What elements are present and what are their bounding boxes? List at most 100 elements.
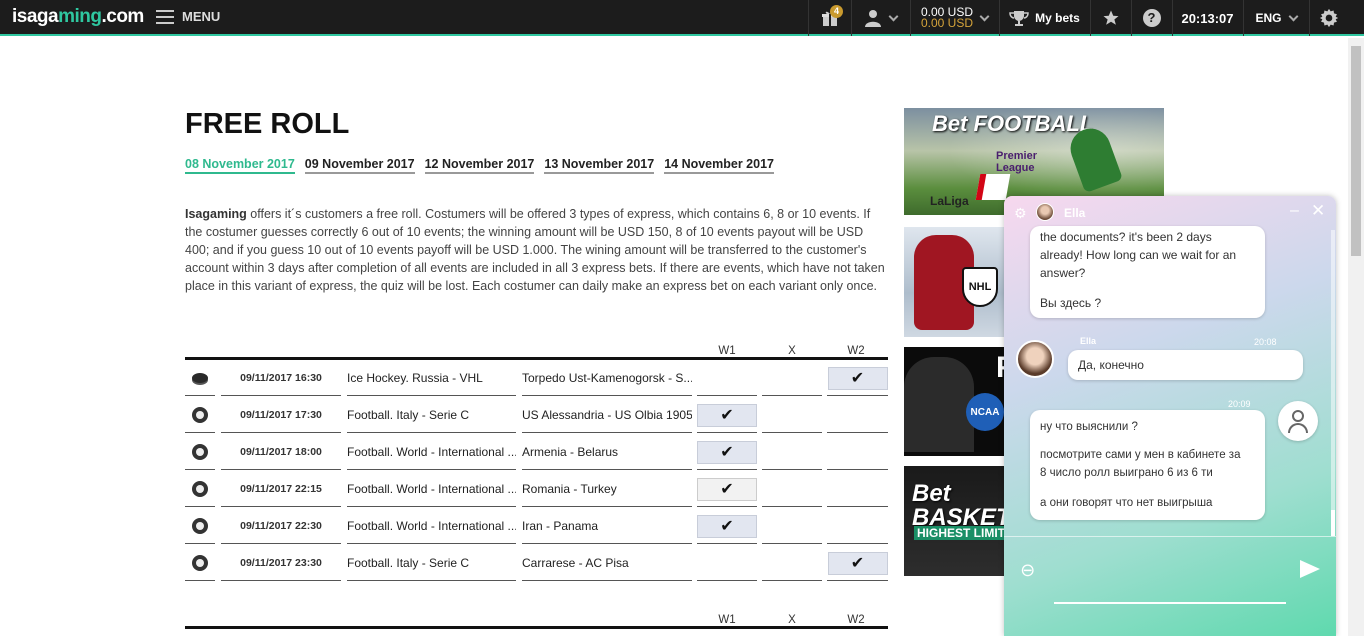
help-button[interactable]: ? [1131,0,1171,36]
settings-button[interactable] [1309,0,1347,36]
event-name: Torpedo Ust-Kamenogorsk - S... [522,361,692,396]
message-line: Вы здесь ? [1040,296,1102,310]
outcome-cell-x [762,509,822,544]
football-icon [192,481,208,497]
message-text: Да, конечно [1078,358,1144,372]
user-icon [865,10,881,27]
clock-text: 20:13:07 [1181,10,1234,26]
hamburger-icon [156,9,174,24]
paperclip-icon[interactable]: ⊘ [1015,558,1040,584]
pick-w1-button[interactable]: ✔ [697,514,757,538]
pick-w1-button[interactable]: ✔ [697,440,757,464]
chat-scroll-thumb[interactable] [1331,510,1335,536]
sport-icon-cell [185,435,215,470]
clock: 20:13:07 [1172,0,1242,36]
logo-text-main: isaga [12,6,59,27]
scrollbar-thumb[interactable] [1351,46,1361,256]
message-line: 8 число ролл выиграно 6 из 6 ти [1040,467,1213,479]
star-icon [1103,10,1118,25]
date-tab-4[interactable]: 13 November 2017 [544,157,655,174]
site-logo[interactable]: isagaming.com [12,6,144,28]
sport-icon-cell [185,546,215,581]
chevron-down-icon [888,11,899,21]
banner-league-2: LaLiga [930,194,969,208]
message-line: already! How long can we wait for an [1040,248,1237,262]
sport-icon-cell [185,361,215,396]
gear-icon [1319,8,1338,28]
menu-label: MENU [182,9,221,24]
account-button[interactable] [851,0,909,36]
send-icon[interactable] [1300,560,1320,578]
page-scrollbar[interactable] [1348,38,1364,636]
pick-w2-button[interactable]: ✔ [827,366,888,390]
chat-message-user: the documents? it's been 2 days already!… [1030,226,1265,318]
event-name: Iran - Panama [522,509,692,544]
event-datetime: 09/11/2017 22:30 [221,509,341,544]
message-sender: Ella [1080,336,1097,346]
table-row: 09/11/2017 16:30 Ice Hockey. Russia - VHL… [185,361,888,398]
football-icon [192,518,208,534]
user-icon [1292,410,1304,422]
pick-w2-button[interactable]: ✔ [827,551,888,575]
menu-button[interactable]: MENU [156,9,220,24]
chevron-down-icon [1288,11,1298,21]
table-row: 09/11/2017 18:00 Football. World - Intern… [185,435,888,472]
outcome-cell-w1 [697,546,757,581]
outcome-cell-x [762,472,822,507]
description-text: offers it´s customers a free roll. Costu… [185,207,885,293]
event-datetime: 09/11/2017 18:00 [221,435,341,470]
gift-button[interactable]: 4 [808,0,850,36]
promo-description: Isagaming offers it´s customers a free r… [185,205,885,295]
outcome-cell-w2 [827,398,888,433]
minimize-icon[interactable]: – [1290,202,1299,220]
event-league: Football. Italy - Serie C [347,398,516,433]
favorites-button[interactable] [1090,0,1130,36]
close-icon[interactable]: ✕ [1311,201,1325,221]
date-tab-1[interactable]: 08 November 2017 [185,157,295,174]
message-line: the documents? it's been 2 days [1040,230,1212,244]
message-line: ну что выяснили ? [1040,421,1138,433]
banner-league-1: Premier League [996,150,1037,174]
outcome-cell-x [762,546,822,581]
date-tab-3[interactable]: 12 November 2017 [424,157,535,174]
page-title: FREE ROLL [185,108,350,140]
pick-w1-button[interactable]: ✔ [697,477,757,501]
description-brand: Isagaming [185,207,247,221]
outcome-cell-w1 [697,361,757,396]
language-selector[interactable]: ENG [1243,0,1308,36]
balance-dropdown[interactable]: 0.00 USD 0.00 USD [910,0,998,36]
football-icon [192,407,208,423]
user-avatar [1278,401,1318,441]
outcome-cell-x [762,398,822,433]
table-row: 09/11/2017 22:15 Football. World - Intern… [185,472,888,509]
message-line: посмотрите сами у мен в кабинете за [1040,449,1241,461]
event-league: Football. World - International ... [347,509,516,544]
outcome-cell-w2 [827,509,888,544]
date-tab-2[interactable]: 09 November 2017 [304,157,415,174]
chat-scrollbar[interactable] [1331,230,1335,536]
checkmark-icon: ✔ [720,444,734,461]
column-header-w2: W2 [847,345,865,357]
event-name: US Alessandria - US Olbia 1905 [522,398,692,433]
outcome-cell-w2: ✔ [827,546,888,581]
date-tabs: 08 November 2017 09 November 2017 12 Nov… [185,157,774,174]
chevron-down-icon [979,11,990,21]
chat-settings-icon[interactable]: ⚙ [1014,205,1027,222]
event-league: Football. World - International ... [347,472,516,507]
date-tab-5[interactable]: 14 November 2017 [664,157,774,174]
table-row: 09/11/2017 23:30 Football. Italy - Serie … [185,546,888,583]
event-datetime: 09/11/2017 16:30 [221,361,341,396]
table-row: 09/11/2017 22:30 Football. World - Intern… [185,509,888,546]
chat-message-input[interactable] [1054,556,1286,604]
agent-name: Ella [1064,206,1086,220]
column-header-w2: W2 [847,614,865,626]
message-line: а они говорят что нет выигрыша [1040,497,1213,509]
ncaa-logo: NCAA [966,393,1004,431]
event-name: Armenia - Belarus [522,435,692,470]
sport-icon-cell [185,398,215,433]
my-bets-button[interactable]: My bets [999,0,1089,36]
balance-bonus: 0.00 USD [920,16,974,30]
pick-w1-button[interactable]: ✔ [697,403,757,427]
banner-title: Bet BASKETBALL [912,480,1075,531]
language-label: ENG [1255,11,1282,25]
